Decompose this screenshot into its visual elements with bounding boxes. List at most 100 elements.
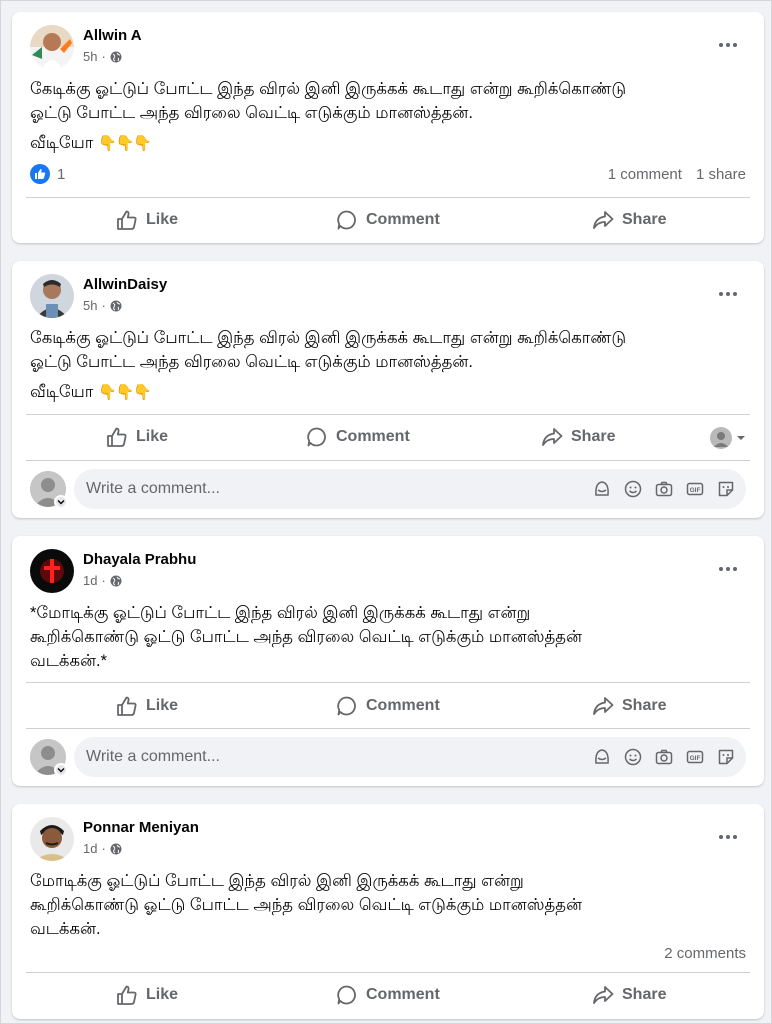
author-name[interactable]: Allwin A bbox=[83, 27, 142, 44]
comment-button[interactable]: Comment bbox=[336, 973, 440, 1017]
author-name[interactable]: Ponnar Meniyan bbox=[83, 819, 199, 836]
comment-button[interactable]: Comment bbox=[336, 684, 440, 728]
emoji-icon[interactable] bbox=[623, 747, 643, 767]
chevron-down-icon[interactable] bbox=[54, 495, 68, 509]
avatar-sticker-icon[interactable] bbox=[592, 747, 612, 767]
thumbs-up-icon bbox=[117, 985, 137, 1005]
share-arrow-icon bbox=[593, 986, 614, 1004]
post-card: Ponnar Meniyan 1d · மோடிக்கு ஓட்டுப் போட… bbox=[12, 804, 764, 1019]
post-text-line: வடக்கன். bbox=[30, 920, 101, 938]
share-audience-selector[interactable] bbox=[710, 427, 746, 449]
chevron-down-icon bbox=[737, 436, 745, 440]
post-text-line: ஓட்டு போட்ட அந்த விரலை வெட்டி எடுக்கும் … bbox=[30, 353, 473, 371]
more-options-icon[interactable] bbox=[710, 551, 746, 587]
action-bar: Like Comment Share bbox=[26, 198, 750, 242]
comment-placeholder: Write a comment... bbox=[86, 748, 220, 765]
post-text-line: *மோடிக்கு ஓட்டுப் போட்ட இந்த விரல் இனி இ… bbox=[30, 604, 531, 622]
thumbs-up-icon bbox=[117, 210, 137, 230]
svg-text:GIF: GIF bbox=[690, 487, 701, 494]
speech-bubble-icon bbox=[337, 696, 356, 716]
globe-icon bbox=[110, 51, 122, 62]
author-name[interactable]: Dhayala Prabhu bbox=[83, 551, 196, 568]
speech-bubble-icon bbox=[337, 985, 356, 1005]
svg-text:GIF: GIF bbox=[690, 755, 701, 762]
globe-icon bbox=[110, 300, 122, 311]
post-meta: 5h · bbox=[83, 298, 122, 313]
share-count[interactable]: 1 share bbox=[696, 166, 746, 183]
divider bbox=[26, 728, 750, 729]
divider bbox=[26, 682, 750, 683]
post-card: Allwin A 5h · கேடிக்கு ஓட்டுப் போட்ட இந்… bbox=[12, 12, 764, 243]
action-bar: Like Comment Share bbox=[26, 684, 750, 728]
avatar bbox=[710, 427, 732, 449]
comment-placeholder: Write a comment... bbox=[86, 480, 220, 497]
post-text-line: கேடிக்கு ஓட்டுப் போட்ட இந்த விரல் இனி இர… bbox=[30, 329, 627, 347]
like-button[interactable]: Like bbox=[116, 198, 178, 242]
comment-input[interactable]: Write a comment... GIF bbox=[74, 737, 746, 777]
post-card: AllwinDaisy 5h · கேடிக்கு ஓட்டுப் போட்ட … bbox=[12, 261, 764, 518]
share-arrow-icon bbox=[593, 697, 614, 715]
like-reaction-icon[interactable] bbox=[30, 164, 50, 184]
avatar[interactable] bbox=[30, 817, 74, 861]
share-arrow-icon bbox=[593, 211, 614, 229]
post-time[interactable]: 1d bbox=[83, 573, 97, 588]
comment-input[interactable]: Write a comment... GIF bbox=[74, 469, 746, 509]
share-button[interactable]: Share bbox=[592, 198, 666, 242]
avatar-sticker-icon[interactable] bbox=[592, 479, 612, 499]
emoji-icon[interactable] bbox=[623, 479, 643, 499]
avatar[interactable] bbox=[30, 25, 74, 69]
share-button[interactable]: Share bbox=[592, 684, 666, 728]
post-text-line: கேடிக்கு ஓட்டுப் போட்ட இந்த விரல் இனி இர… bbox=[30, 80, 627, 98]
like-button[interactable]: Like bbox=[116, 973, 178, 1017]
share-button[interactable]: Share bbox=[541, 415, 615, 459]
thumbs-up-icon bbox=[107, 427, 127, 447]
sticker-icon[interactable] bbox=[716, 479, 736, 499]
pointing-down-emoji: 👇👇👇 bbox=[98, 135, 152, 152]
camera-icon[interactable] bbox=[654, 747, 674, 767]
comment-tools: GIF bbox=[592, 747, 736, 767]
sticker-icon[interactable] bbox=[716, 747, 736, 767]
like-button[interactable]: Like bbox=[116, 684, 178, 728]
share-button[interactable]: Share bbox=[592, 973, 666, 1017]
post-text-line: வடக்கன்.* bbox=[30, 652, 108, 670]
post-meta: 1d · bbox=[83, 573, 122, 588]
post-text: கேடிக்கு ஓட்டுப் போட்ட இந்த விரல் இனி இர… bbox=[30, 326, 750, 405]
author-name[interactable]: AllwinDaisy bbox=[83, 276, 167, 293]
speech-bubble-icon bbox=[337, 210, 356, 230]
action-bar: Like Comment Share bbox=[26, 973, 750, 1017]
post-text-line: வீடியோ 👇👇👇 bbox=[30, 383, 152, 401]
post-text-line: மோடிக்கு ஓட்டுப் போட்ட இந்த விரல் இனி இர… bbox=[30, 872, 524, 890]
post-time[interactable]: 5h bbox=[83, 49, 97, 64]
post-header: Dhayala Prabhu 1d · bbox=[30, 549, 746, 593]
comment-count[interactable]: 2 comments bbox=[664, 945, 746, 962]
post-text: *மோடிக்கு ஓட்டுப் போட்ட இந்த விரல் இனி இ… bbox=[30, 601, 750, 673]
avatar[interactable] bbox=[30, 549, 74, 593]
avatar[interactable] bbox=[30, 274, 74, 318]
post-text-line: கூறிக்கொண்டு ஓட்டு போட்ட அந்த விரலை வெட்… bbox=[30, 896, 583, 914]
post-meta: 5h · bbox=[83, 49, 122, 64]
comment-button[interactable]: Comment bbox=[306, 415, 410, 459]
more-options-icon[interactable] bbox=[710, 276, 746, 312]
post-header: AllwinDaisy 5h · bbox=[30, 274, 746, 318]
like-count[interactable]: 1 bbox=[57, 166, 65, 183]
comment-composer: Write a comment... GIF bbox=[30, 737, 746, 777]
post-text-line: வீடியோ 👇👇👇 bbox=[30, 134, 152, 152]
like-button[interactable]: Like bbox=[106, 415, 168, 459]
comment-tools: GIF bbox=[592, 479, 736, 499]
post-header: Allwin A 5h · bbox=[30, 25, 746, 69]
gif-icon[interactable]: GIF bbox=[685, 479, 705, 499]
share-arrow-icon bbox=[542, 428, 563, 446]
post-header: Ponnar Meniyan 1d · bbox=[30, 817, 746, 861]
post-text-line: ஓட்டு போட்ட அந்த விரலை வெட்டி எடுக்கும் … bbox=[30, 104, 473, 122]
post-time[interactable]: 5h bbox=[83, 298, 97, 313]
divider bbox=[26, 460, 750, 461]
chevron-down-icon[interactable] bbox=[54, 763, 68, 777]
reactions-summary: 1 1 comment 1 share bbox=[30, 164, 746, 186]
comment-count[interactable]: 1 comment bbox=[608, 166, 682, 183]
more-options-icon[interactable] bbox=[710, 819, 746, 855]
gif-icon[interactable]: GIF bbox=[685, 747, 705, 767]
comment-button[interactable]: Comment bbox=[336, 198, 440, 242]
camera-icon[interactable] bbox=[654, 479, 674, 499]
more-options-icon[interactable] bbox=[710, 27, 746, 63]
post-time[interactable]: 1d bbox=[83, 841, 97, 856]
